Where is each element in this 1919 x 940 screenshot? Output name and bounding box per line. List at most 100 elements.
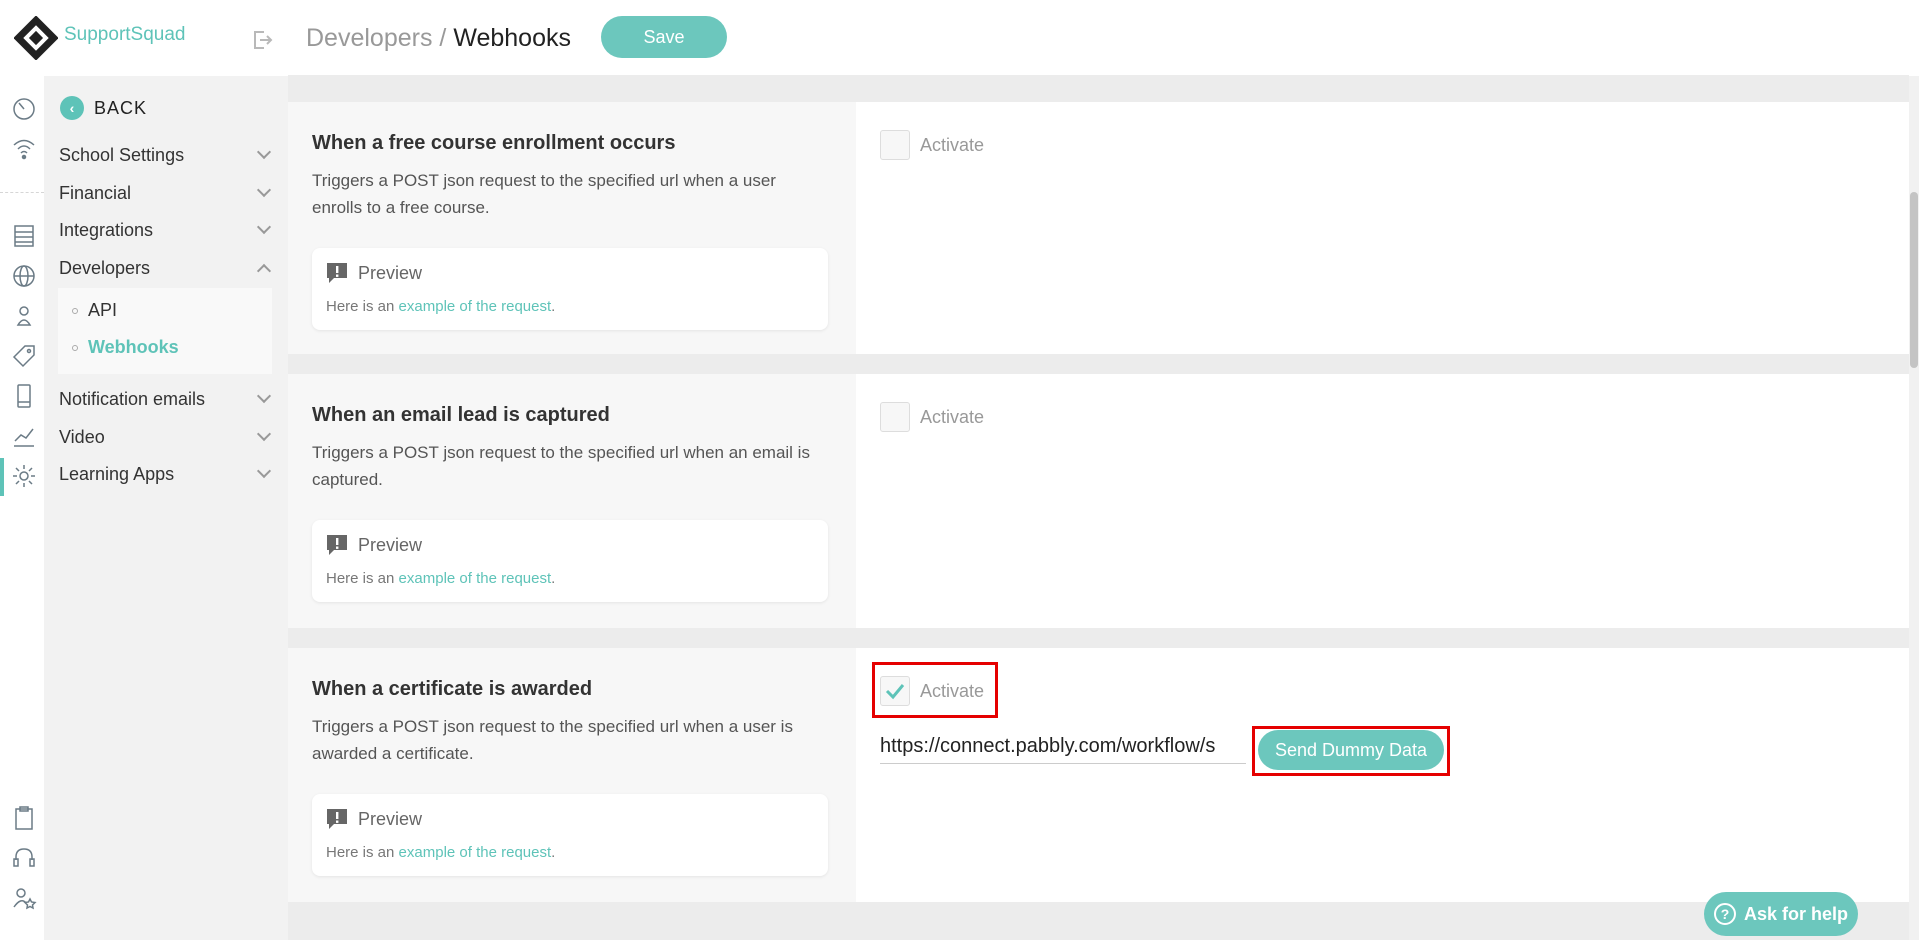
preview-header: Preview bbox=[326, 262, 422, 284]
globe-icon[interactable] bbox=[10, 262, 38, 290]
section-title: When an email lead is captured bbox=[312, 404, 610, 426]
dashboard-gauge-icon[interactable] bbox=[10, 94, 38, 122]
activate-checkbox[interactable] bbox=[880, 130, 910, 160]
mobile-icon[interactable] bbox=[10, 382, 38, 410]
preview-card: Preview Here is an example of the reques… bbox=[312, 794, 828, 876]
sidebar-item-video[interactable]: Video bbox=[59, 422, 275, 452]
chevron-down-icon bbox=[256, 219, 272, 235]
section-info: When a free course enrollment occurs Tri… bbox=[288, 102, 856, 354]
headset-support-icon[interactable] bbox=[10, 844, 38, 872]
preview-suffix: . bbox=[551, 298, 556, 315]
page-title: Webhooks bbox=[453, 24, 571, 52]
chevron-down-icon bbox=[256, 144, 272, 160]
preview-title: Preview bbox=[358, 262, 423, 283]
subnav-item-webhooks[interactable]: Webhooks bbox=[72, 337, 179, 358]
alert-bubble-icon bbox=[327, 535, 347, 555]
activate-label: Activate bbox=[920, 406, 985, 427]
preview-card: Preview Here is an example of the reques… bbox=[312, 248, 828, 330]
question-circle-icon: ? bbox=[1713, 903, 1736, 925]
section-controls: Activate bbox=[856, 102, 1909, 354]
sidebar-item-developers[interactable]: Developers bbox=[59, 253, 275, 283]
subnav-item-label: API bbox=[88, 300, 118, 320]
sidebar-item-school-settings[interactable]: School Settings bbox=[59, 140, 275, 170]
section-info: When an email lead is captured Triggers … bbox=[288, 374, 856, 628]
sidebar-item-integrations[interactable]: Integrations bbox=[59, 215, 275, 245]
sidebar-item-learning-apps[interactable]: Learning Apps bbox=[59, 459, 275, 489]
pages-list-icon[interactable] bbox=[10, 222, 38, 250]
bullet-icon bbox=[72, 307, 78, 314]
section-description: Triggers a POST json request to the spec… bbox=[312, 443, 810, 489]
section-description: Triggers a POST json request to the spec… bbox=[312, 171, 776, 217]
sidebar-item-label: Notification emails bbox=[59, 388, 206, 409]
sidebar-item-notification-emails[interactable]: Notification emails bbox=[59, 384, 275, 414]
send-dummy-data-button[interactable]: Send Dummy Data bbox=[1258, 730, 1444, 770]
breadcrumb-parent[interactable]: Developers / bbox=[306, 24, 446, 52]
subnav-item-api[interactable]: API bbox=[72, 300, 117, 321]
activate-checkbox[interactable] bbox=[880, 402, 910, 432]
ask-for-help-button[interactable]: ? Ask for help bbox=[1704, 892, 1858, 936]
webhooks-content: When a free course enrollment occurs Tri… bbox=[288, 76, 1909, 940]
preview-title: Preview bbox=[358, 534, 423, 555]
webhook-section-free-enrollment: When a free course enrollment occurs Tri… bbox=[288, 102, 1909, 354]
section-title: When a certificate is awarded bbox=[312, 678, 593, 700]
webhook-section-email-lead: When an email lead is captured Triggers … bbox=[288, 374, 1909, 628]
preview-text: Here is an example of the request. bbox=[326, 570, 555, 587]
rail-divider bbox=[0, 192, 44, 193]
activate-checkbox-checked[interactable] bbox=[880, 676, 910, 706]
chevron-down-icon bbox=[256, 388, 272, 404]
section-controls: Activate https://connect.pabbly.com/work… bbox=[856, 648, 1909, 902]
logout-icon[interactable] bbox=[250, 28, 274, 57]
bullet-icon bbox=[72, 344, 78, 351]
chevron-up-icon bbox=[256, 263, 272, 279]
save-button[interactable]: Save bbox=[601, 16, 727, 58]
preview-text: Here is an example of the request. bbox=[326, 298, 555, 315]
section-controls: Activate bbox=[856, 374, 1909, 628]
users-icon[interactable] bbox=[10, 302, 38, 330]
rail-active-indicator bbox=[0, 458, 4, 496]
alert-bubble-icon bbox=[327, 263, 347, 283]
settings-gear-icon[interactable] bbox=[10, 462, 38, 490]
chevron-down-icon bbox=[256, 426, 272, 442]
subnav-item-label: Webhooks bbox=[88, 337, 179, 357]
activate-label: Activate bbox=[920, 680, 985, 701]
example-request-link[interactable]: example of the request bbox=[399, 844, 552, 861]
app-logo-icon[interactable] bbox=[13, 15, 59, 61]
preview-title: Preview bbox=[358, 808, 423, 829]
activate-toggle[interactable]: Activate bbox=[880, 676, 984, 706]
section-title: When a free course enrollment occurs bbox=[312, 132, 676, 154]
back-button[interactable]: ‹ BACK bbox=[60, 96, 147, 120]
sidebar-item-financial[interactable]: Financial bbox=[59, 178, 275, 208]
sidebar-item-label: Learning Apps bbox=[59, 463, 175, 484]
page-header: Developers / Webhooks Save bbox=[288, 0, 1909, 76]
alert-bubble-icon bbox=[327, 809, 347, 829]
developers-subnav: API Webhooks bbox=[58, 288, 272, 374]
preview-prefix: Here is an bbox=[326, 298, 395, 315]
example-request-link[interactable]: example of the request bbox=[399, 298, 552, 315]
back-label: BACK bbox=[94, 97, 148, 118]
preview-prefix: Here is an bbox=[326, 570, 395, 587]
brand-name: SupportSquad bbox=[64, 24, 186, 45]
chevron-down-icon bbox=[256, 182, 272, 198]
example-request-link[interactable]: example of the request bbox=[399, 570, 552, 587]
help-label: Ask for help bbox=[1743, 903, 1849, 924]
webhook-url-input[interactable]: https://connect.pabbly.com/workflow/s bbox=[880, 728, 1246, 764]
preview-header: Preview bbox=[326, 808, 422, 830]
wifi-icon[interactable] bbox=[10, 134, 38, 162]
preview-header: Preview bbox=[326, 534, 422, 556]
scrollbar-thumb[interactable] bbox=[1910, 192, 1918, 368]
clipboard-icon[interactable] bbox=[10, 804, 38, 832]
preview-text: Here is an example of the request. bbox=[326, 844, 555, 861]
activate-toggle[interactable]: Activate bbox=[880, 130, 984, 160]
section-info: When a certificate is awarded Triggers a… bbox=[288, 648, 856, 902]
analytics-chart-icon[interactable] bbox=[10, 422, 38, 450]
chevron-left-icon: ‹ bbox=[60, 96, 84, 120]
preview-suffix: . bbox=[551, 570, 556, 587]
sidebar-item-label: Integrations bbox=[59, 219, 154, 240]
breadcrumb: Developers / Webhooks bbox=[306, 24, 571, 53]
checkmark-icon bbox=[885, 684, 905, 700]
tag-icon[interactable] bbox=[10, 342, 38, 370]
icon-rail bbox=[0, 0, 59, 940]
user-star-icon[interactable] bbox=[10, 884, 38, 912]
activate-toggle[interactable]: Activate bbox=[880, 402, 984, 432]
chevron-down-icon bbox=[256, 463, 272, 479]
